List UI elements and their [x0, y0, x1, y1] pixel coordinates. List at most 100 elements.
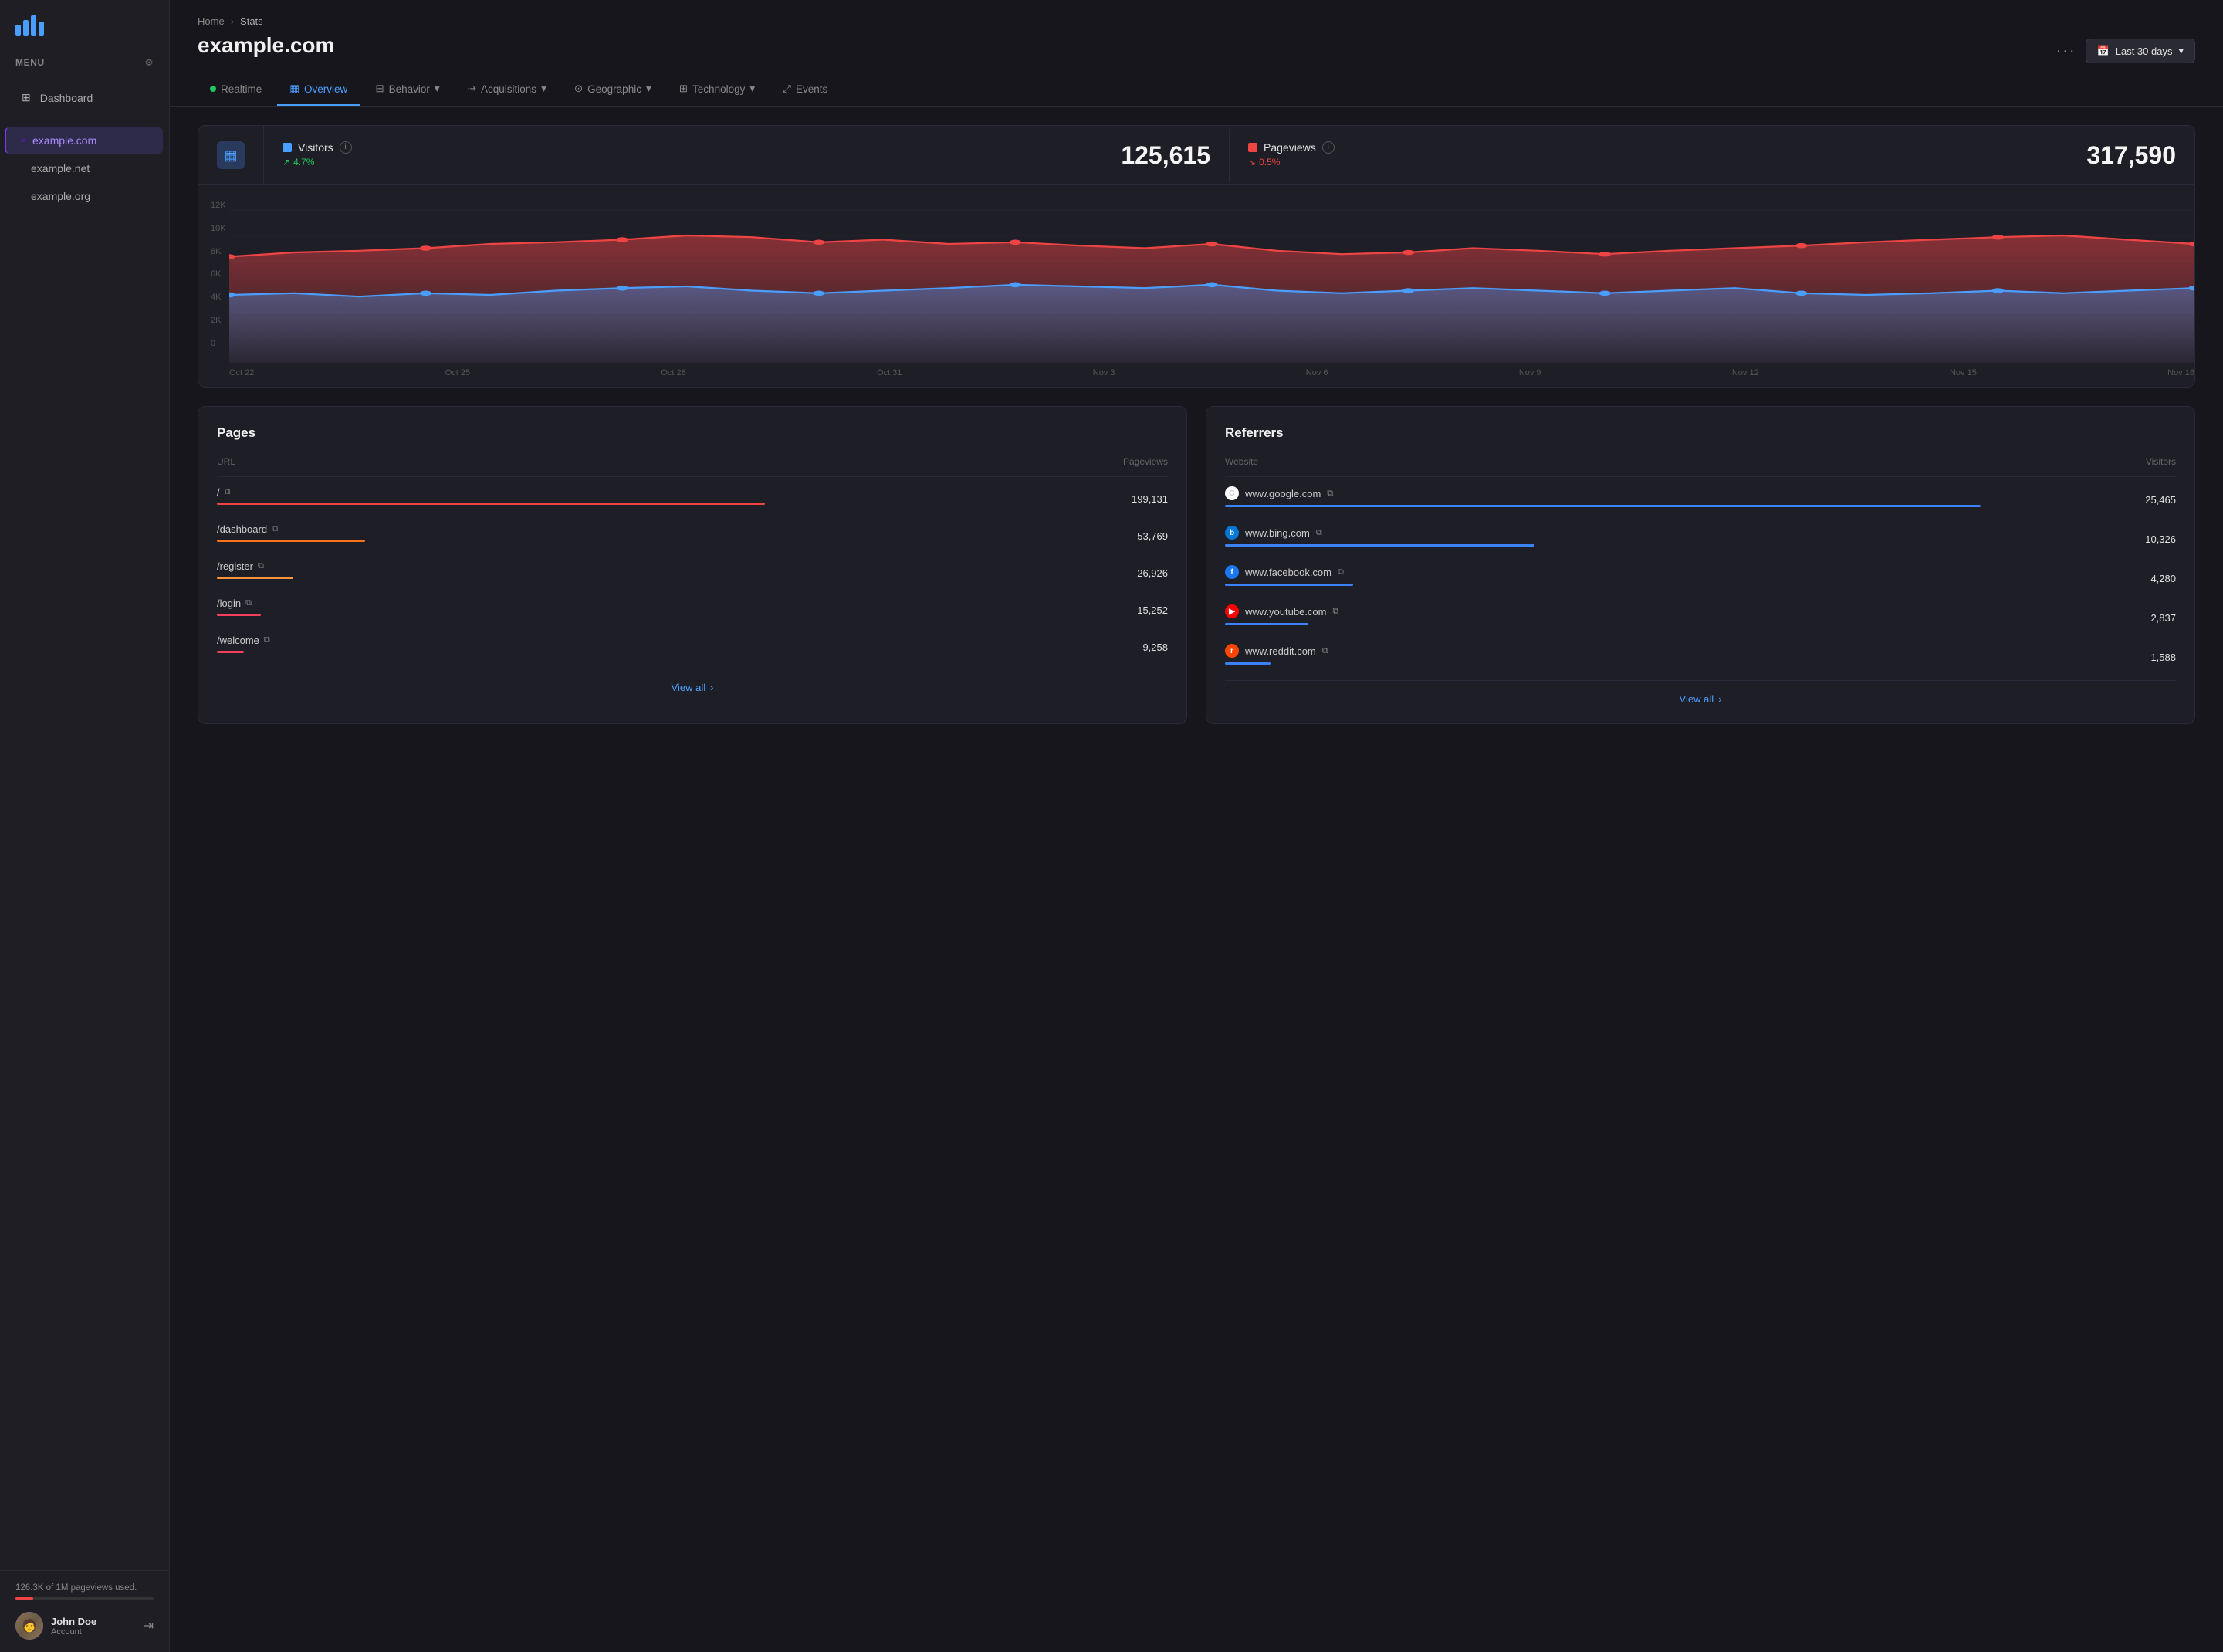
- chart-header: ▦ Visitors i ↗ 4.7%: [198, 126, 2194, 185]
- visitors-dot-9: [1992, 288, 2004, 293]
- visitors-color-dot: [283, 143, 292, 152]
- referrer-bar: [1225, 662, 1271, 665]
- tab-behavior[interactable]: ⊟ Behavior ▾: [363, 73, 452, 106]
- sidebar: MENU ⚙ ⊞ Dashboard example.com example.n…: [0, 0, 170, 1652]
- tab-events[interactable]: ⤢ Events: [770, 73, 840, 106]
- visitors-info-icon[interactable]: i: [340, 141, 352, 154]
- logout-icon[interactable]: ⇥: [144, 1618, 154, 1633]
- chart-card: ▦ Visitors i ↗ 4.7%: [198, 125, 2195, 388]
- usage-bar-container: [15, 1597, 154, 1600]
- tab-acquisitions[interactable]: ⇢ Acquisitions ▾: [455, 73, 559, 106]
- breadcrumb-separator: ›: [231, 15, 234, 27]
- header-actions: ··· 📅 Last 30 days ▾: [2056, 15, 2195, 63]
- referrers-cell-value: 4,280: [1981, 556, 2176, 595]
- pages-table: URL Pageviews / ⧉ 199,131 /dashboard ⧉ 5…: [217, 456, 1168, 662]
- pageviews-change: ↘ 0.5%: [1248, 157, 1335, 168]
- content-area: ▦ Visitors i ↗ 4.7%: [170, 107, 2223, 1652]
- y-label-6k: 6K: [211, 269, 226, 279]
- external-link-icon[interactable]: ⧉: [1316, 528, 1322, 538]
- main-header: Home › Stats example.com ··· 📅 Last 30 d…: [170, 0, 2223, 73]
- chart-type-icon: ▦: [217, 141, 245, 169]
- date-range-label: Last 30 days: [2116, 46, 2173, 57]
- x-label-nov3: Nov 3: [1093, 368, 1115, 377]
- x-label-nov6: Nov 6: [1306, 368, 1328, 377]
- pages-view-all-button[interactable]: View all ›: [672, 682, 714, 693]
- logo-bar-3: [31, 15, 36, 36]
- more-button[interactable]: ···: [2056, 42, 2076, 60]
- pageviews-dot-8: [1795, 243, 1807, 249]
- acquisitions-chevron: ▾: [541, 83, 546, 95]
- site-icon-icon-facebook: f: [1225, 565, 1239, 579]
- pageviews-info: Pageviews i ↘ 0.5%: [1248, 141, 1335, 168]
- external-link-icon[interactable]: ⧉: [1322, 646, 1328, 656]
- external-link-icon[interactable]: ⧉: [272, 524, 278, 534]
- pages-header-row: URL Pageviews: [217, 456, 1168, 477]
- logo-bar-1: [15, 25, 21, 36]
- avatar: 🧑: [15, 1612, 43, 1640]
- referrers-title: Referrers: [1225, 425, 2176, 441]
- external-link-icon[interactable]: ⧉: [258, 561, 264, 571]
- pageviews-change-value: 0.5%: [1259, 157, 1280, 168]
- external-link-icon[interactable]: ⧉: [1338, 567, 1344, 577]
- sidebar-item-label: Dashboard: [40, 92, 93, 104]
- tab-behavior-label: Behavior: [389, 83, 430, 95]
- visitors-dot-7: [1599, 291, 1611, 296]
- pages-url-cell: /dashboard ⧉: [217, 523, 765, 535]
- tab-geographic[interactable]: ⊙ Geographic ▾: [562, 73, 664, 106]
- pages-url-cell: / ⧉: [217, 486, 765, 498]
- sidebar-item-dashboard[interactable]: ⊞ Dashboard: [6, 83, 163, 112]
- sidebar-item-example-net[interactable]: example.net: [6, 155, 163, 181]
- tab-overview[interactable]: ▦ Overview: [277, 73, 360, 106]
- pages-bar: [217, 503, 765, 505]
- technology-chevron: ▾: [749, 83, 755, 95]
- referrers-view-all-arrow: ›: [1718, 693, 1721, 705]
- referrer-cell: b www.bing.com ⧉: [1225, 526, 1981, 540]
- pageviews-dot-6: [1402, 250, 1414, 256]
- gear-icon[interactable]: ⚙: [145, 57, 154, 68]
- external-link-icon[interactable]: ⧉: [1333, 607, 1339, 617]
- pages-cell-value: 15,252: [765, 588, 1168, 625]
- external-link-icon[interactable]: ⧉: [1327, 489, 1333, 499]
- user-role: Account: [51, 1627, 136, 1637]
- visitors-dot-8: [1795, 291, 1807, 296]
- pages-cell-value: 53,769: [765, 514, 1168, 551]
- sidebar-item-example-org[interactable]: example.org: [6, 183, 163, 209]
- external-link-icon[interactable]: ⧉: [225, 487, 231, 497]
- referrers-cell-site: G www.google.com ⧉: [1225, 477, 1981, 517]
- geographic-chevron: ▾: [646, 83, 651, 95]
- tab-technology[interactable]: ⊞ Technology ▾: [667, 73, 767, 106]
- tab-realtime[interactable]: Realtime: [198, 74, 274, 106]
- visitors-dot-3: [813, 291, 824, 296]
- usage-bar: [15, 1597, 33, 1600]
- usage-text: 126.3K of 1M pageviews used.: [15, 1583, 154, 1593]
- chart-svg: [229, 193, 2194, 363]
- referrers-view-all-button[interactable]: View all ›: [1680, 693, 1722, 705]
- pages-cell-url: /welcome ⧉: [217, 625, 765, 662]
- page-url-text: /dashboard: [217, 523, 267, 535]
- external-link-icon[interactable]: ⧉: [245, 598, 252, 608]
- pageviews-dot-2: [617, 237, 628, 242]
- visitors-label-row: Visitors i: [283, 141, 352, 154]
- visitors-info: Visitors i ↗ 4.7%: [283, 141, 352, 168]
- visitors-dot-2: [617, 286, 628, 291]
- up-arrow-icon: ↗: [283, 157, 290, 168]
- y-axis-labels: 12K 10K 8K 6K 4K 2K 0: [211, 201, 226, 348]
- page-url-text: /register: [217, 560, 253, 572]
- pageviews-label: Pageviews: [1264, 141, 1316, 154]
- pageviews-info-icon[interactable]: i: [1322, 141, 1335, 154]
- header-left: Home › Stats example.com: [198, 15, 334, 73]
- pages-bar: [217, 651, 244, 653]
- date-range-button[interactable]: 📅 Last 30 days ▾: [2086, 39, 2195, 63]
- external-link-icon[interactable]: ⧉: [264, 635, 270, 645]
- site-icon-icon-youtube: ▶: [1225, 604, 1239, 618]
- behavior-chevron: ▾: [435, 83, 440, 95]
- visitors-dot-6: [1402, 288, 1414, 293]
- user-name: John Doe: [51, 1616, 136, 1627]
- site-label-example-net: example.net: [31, 162, 90, 174]
- referrers-col-website: Website: [1225, 456, 1981, 477]
- x-label-oct31: Oct 31: [877, 368, 902, 377]
- referrer-cell: r www.reddit.com ⧉: [1225, 644, 1981, 658]
- breadcrumb-home[interactable]: Home: [198, 15, 225, 27]
- x-label-oct28: Oct 28: [661, 368, 685, 377]
- sidebar-item-example-com[interactable]: example.com: [5, 127, 163, 154]
